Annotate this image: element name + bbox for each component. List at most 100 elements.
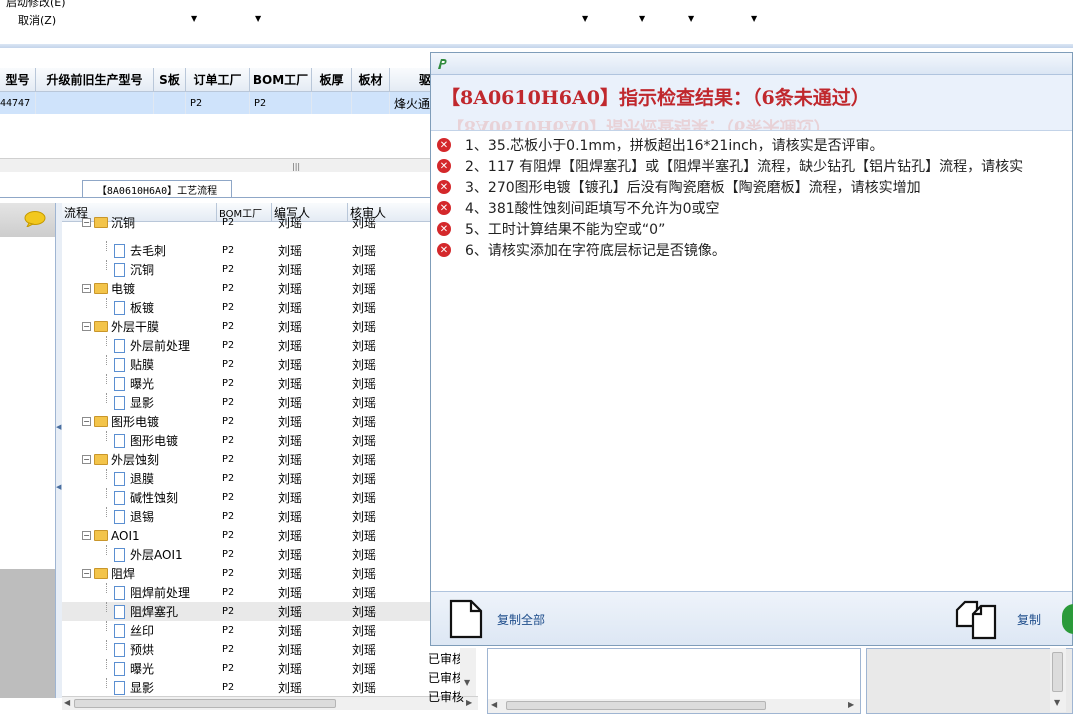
tree-row[interactable]: − 电镀 P2 刘瑶 刘瑶	[62, 279, 432, 298]
dialog-title-bar[interactable]	[431, 53, 1072, 75]
tree-node-label: AOI1	[111, 528, 140, 543]
app-logo-icon	[438, 59, 447, 69]
tree-row[interactable]: 丝印 P2 刘瑶 刘瑶	[62, 621, 432, 640]
tree-row[interactable]: 显影 P2 刘瑶 刘瑶	[62, 678, 432, 697]
error-text: 3、270图形电镀【镀孔】后没有陶瓷磨板【陶瓷磨板】流程，请核实增加	[465, 180, 921, 196]
tree-row[interactable]: − 外层干膜 P2 刘瑶 刘瑶	[62, 317, 432, 336]
collapse-icon[interactable]: −	[82, 569, 91, 578]
column-header-old-model[interactable]: 升级前旧生产型号	[36, 68, 154, 92]
scroll-left-icon[interactable]: ◀	[64, 698, 70, 707]
column-header-order-factory[interactable]: 订单工厂	[186, 68, 250, 92]
tree-row[interactable]: 显影 P2 刘瑶 刘瑶	[62, 393, 432, 412]
scroll-thumb[interactable]	[506, 701, 766, 710]
tree-row[interactable]: 退锡 P2 刘瑶 刘瑶	[62, 507, 432, 526]
table-cell[interactable]: 烽火通	[390, 92, 432, 114]
collapse-icon[interactable]: −	[82, 531, 91, 540]
tree-row[interactable]: 贴膜 P2 刘瑶 刘瑶	[62, 355, 432, 374]
column-header-bom-factory[interactable]: BOM工厂	[250, 68, 312, 92]
table-cell[interactable]	[352, 92, 390, 114]
copy-all-button[interactable]: 复制全部	[449, 598, 545, 640]
error-item[interactable]: ✕ 2、117 有阻焊【阻焊塞孔】或【阻焊半塞孔】流程，缺少钻孔【铝片钻孔】流程，…	[437, 156, 1023, 176]
error-item[interactable]: ✕ 5、工时计算结果不能为空或“0”	[437, 219, 665, 239]
status-cell[interactable]: 已审核	[428, 688, 464, 705]
table-cell[interactable]: P2	[250, 92, 312, 114]
dropdown-arrow-icon[interactable]: ▼	[639, 14, 645, 23]
column-header-material[interactable]: 板材	[352, 68, 390, 92]
menu-item-cancel[interactable]: 取消(Z)	[18, 12, 56, 28]
horizontal-scrollbar[interactable]: ◀ ▶	[62, 696, 478, 710]
collapse-icon[interactable]: −	[82, 455, 91, 464]
dropdown-arrow-icon[interactable]: ▼	[751, 14, 757, 23]
collapse-icon[interactable]: −	[82, 417, 91, 426]
tree-row[interactable]: − 图形电镀 P2 刘瑶 刘瑶	[62, 412, 432, 431]
tree-row[interactable]: 图形电镀 P2 刘瑶 刘瑶	[62, 431, 432, 450]
scroll-right-icon[interactable]: ▶	[848, 700, 854, 709]
tree-row[interactable]: 板镀 P2 刘瑶 刘瑶	[62, 298, 432, 317]
tree-row[interactable]: 去毛刺 P2 刘瑶 刘瑶	[62, 241, 432, 260]
collapse-icon[interactable]: −	[82, 218, 91, 227]
collapse-left-icon[interactable]: ◀	[56, 483, 61, 491]
scroll-down-icon[interactable]: ▼	[1054, 698, 1060, 707]
tree-node-label: 预烘	[130, 643, 155, 657]
tree-row[interactable]: 阻焊前处理 P2 刘瑶 刘瑶	[62, 583, 432, 602]
table-cell[interactable]: 44747	[0, 92, 36, 114]
collapse-left-icon[interactable]: ◀	[56, 423, 61, 431]
table-cell[interactable]	[312, 92, 352, 114]
tree-node-label: 显影	[130, 681, 155, 695]
dropdown-arrow-icon[interactable]: ▼	[688, 14, 694, 23]
scroll-thumb[interactable]	[1052, 652, 1063, 692]
tree-row[interactable]: 碱性蚀刻 P2 刘瑶 刘瑶	[62, 488, 432, 507]
bom-factory-cell: P2	[222, 359, 235, 370]
dropdown-arrow-icon[interactable]: ▼	[255, 14, 261, 23]
tree-node-label: 板镀	[130, 301, 155, 315]
tree-row[interactable]: 预烘 P2 刘瑶 刘瑶	[62, 640, 432, 659]
scroll-right-icon[interactable]: ▶	[466, 698, 472, 707]
status-cell[interactable]: 已审核	[428, 669, 464, 686]
error-item[interactable]: ✕ 4、381酸性蚀刻间距填写不允许为0或空	[437, 198, 720, 218]
table-cell[interactable]: P2	[186, 92, 250, 114]
tree-row[interactable]: − 外层蚀刻 P2 刘瑶 刘瑶	[62, 450, 432, 469]
scroll-thumb[interactable]	[74, 699, 336, 708]
collapse-icon[interactable]: −	[82, 284, 91, 293]
tree-row[interactable]: 外层前处理 P2 刘瑶 刘瑶	[62, 336, 432, 355]
scroll-left-icon[interactable]: ◀	[491, 700, 497, 709]
horizontal-scrollbar[interactable]: |||	[0, 158, 432, 172]
error-item[interactable]: ✕ 1、35.芯板小于0.1mm，拼板超出16*21inch，请核实是否评审。	[437, 135, 884, 155]
tree-node-label: 图形电镀	[130, 434, 179, 448]
menu-item-start-edit[interactable]: 启动修改(E)	[6, 0, 66, 10]
tree-row[interactable]: 曝光 P2 刘瑶 刘瑶	[62, 374, 432, 393]
error-item[interactable]: ✕ 3、270图形电镀【镀孔】后没有陶瓷磨板【陶瓷磨板】流程，请核实增加	[437, 177, 921, 197]
column-header-s-board[interactable]: S板	[154, 68, 186, 92]
tree-row[interactable]: 退膜 P2 刘瑶 刘瑶	[62, 469, 432, 488]
tree-connector	[106, 507, 107, 517]
result-heading: 【8A0610H6A0】指示检查结果：（6条未通过）	[441, 87, 870, 109]
column-header-extra[interactable]: 驱	[390, 68, 432, 92]
vertical-scrollbar[interactable]: ▼	[460, 648, 476, 696]
tree-row[interactable]: 外层AOI1 P2 刘瑶 刘瑶	[62, 545, 432, 564]
table-cell[interactable]	[36, 92, 154, 114]
dropdown-arrow-icon[interactable]: ▼	[582, 14, 588, 23]
scroll-down-icon[interactable]: ▼	[464, 678, 470, 687]
tab-process-flow[interactable]: 【8A0610H6A0】工艺流程	[82, 180, 232, 198]
tree-row[interactable]: − AOI1 P2 刘瑶 刘瑶	[62, 526, 432, 545]
error-item[interactable]: ✕ 6、请核实添加在字符底层标记是否镜像。	[437, 240, 726, 260]
writer-cell: 刘瑶	[278, 415, 303, 429]
confirm-check-icon[interactable]	[1062, 604, 1073, 634]
tree-row[interactable]: 沉铜 P2 刘瑶 刘瑶	[62, 260, 432, 279]
comment-icon[interactable]	[24, 211, 46, 227]
tree-row[interactable]: − 沉铜 P2 刘瑶 刘瑶	[62, 213, 432, 232]
tree-row[interactable]: 曝光 P2 刘瑶 刘瑶	[62, 659, 432, 678]
collapse-icon[interactable]: −	[82, 322, 91, 331]
column-header-model[interactable]: 型号	[0, 68, 36, 92]
status-cell[interactable]: 已审核	[428, 650, 464, 667]
table-cell[interactable]	[154, 92, 186, 114]
tree-row[interactable]: 阻焊塞孔 P2 刘瑶 刘瑶	[62, 602, 432, 621]
dropdown-arrow-icon[interactable]: ▼	[191, 14, 197, 23]
column-header-thickness[interactable]: 板厚	[312, 68, 352, 92]
vertical-scrollbar[interactable]: ▼	[1050, 648, 1066, 712]
error-list: ✕ 1、35.芯板小于0.1mm，拼板超出16*21inch，请核实是否评审。 ✕ 2…	[431, 133, 1072, 591]
tree-row[interactable]: − 阻焊 P2 刘瑶 刘瑶	[62, 564, 432, 583]
horizontal-scrollbar[interactable]: ◀ ▶	[488, 699, 860, 713]
reviewer-cell: 刘瑶	[352, 605, 377, 619]
copy-button[interactable]: 复制	[955, 598, 1041, 640]
